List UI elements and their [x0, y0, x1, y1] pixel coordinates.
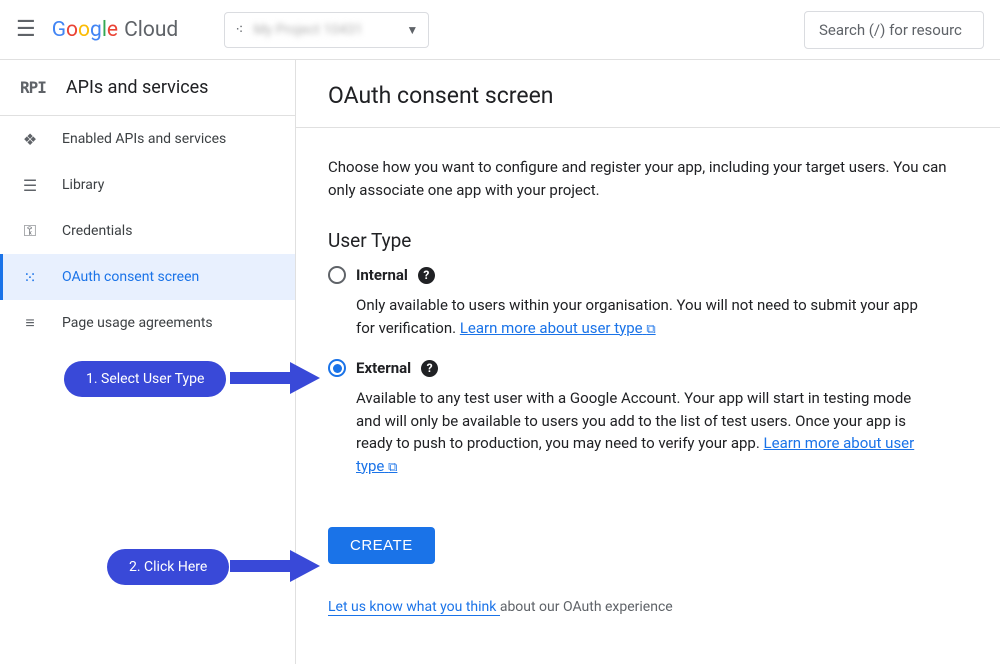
sidebar-item-label: Credentials	[62, 223, 132, 239]
user-type-heading: User Type	[328, 229, 968, 252]
sidebar-item-enabled-apis[interactable]: ❖ Enabled APIs and services	[0, 116, 295, 162]
feedback-link[interactable]: Let us know what you think	[328, 599, 500, 616]
sidebar-item-oauth-consent[interactable]: ⁙ OAuth consent screen	[0, 254, 295, 300]
chevron-down-icon: ▼	[406, 23, 418, 37]
learn-more-internal-link[interactable]: Learn more about user type ⧉	[460, 319, 656, 337]
divider	[296, 127, 1000, 128]
external-link-icon: ⧉	[388, 460, 397, 475]
annotation-arrow-1	[225, 358, 320, 398]
project-dots-icon: ⁖	[235, 22, 243, 38]
search-input[interactable]: Search (/) for resourc	[804, 11, 984, 49]
external-link-icon: ⧉	[646, 322, 655, 337]
help-icon[interactable]: ?	[421, 360, 438, 377]
sidebar-item-library[interactable]: ☰ Library	[0, 162, 295, 208]
sidebar-item-page-usage[interactable]: ≡ Page usage agreements	[0, 300, 295, 346]
sidebar-item-label: Page usage agreements	[62, 315, 213, 331]
sidebar-header: RPI APIs and services	[0, 60, 295, 116]
annotation-arrow-2	[225, 546, 320, 586]
sidebar-item-label: Enabled APIs and services	[62, 131, 226, 147]
help-icon[interactable]: ?	[418, 267, 435, 284]
library-icon: ☰	[20, 176, 40, 195]
page-title: OAuth consent screen	[328, 82, 968, 109]
sidebar-title: APIs and services	[66, 77, 209, 98]
sidebar-item-label: Library	[62, 177, 104, 193]
sidebar-item-credentials[interactable]: ⚿ Credentials	[0, 208, 295, 254]
annotation-step-2: 2. Click Here	[107, 549, 229, 585]
feedback-text: Let us know what you think about our OAu…	[328, 599, 968, 615]
radio-internal[interactable]	[328, 266, 346, 284]
consent-icon: ⁙	[20, 268, 40, 287]
radio-internal-label: Internal	[356, 266, 408, 284]
create-button[interactable]: CREATE	[328, 527, 435, 564]
search-placeholder: Search (/) for resourc	[819, 21, 962, 39]
page-description: Choose how you want to configure and reg…	[328, 156, 948, 201]
agreements-icon: ≡	[20, 313, 40, 333]
radio-external[interactable]	[328, 359, 346, 377]
annotation-step-1: 1. Select User Type	[64, 361, 226, 397]
internal-description: Only available to users within your orga…	[356, 294, 936, 339]
sidebar-item-label: OAuth consent screen	[62, 269, 199, 285]
key-icon: ⚿	[20, 221, 40, 241]
api-badge-icon: RPI	[20, 78, 46, 97]
radio-external-label: External	[356, 359, 411, 377]
cloud-text: Cloud	[124, 18, 178, 42]
google-wordmark: Google	[52, 18, 118, 42]
project-selector[interactable]: ⁖ My Project 10431 ▼	[224, 12, 429, 48]
google-cloud-logo: Google Cloud	[52, 18, 179, 42]
hamburger-menu-icon[interactable]: ☰	[16, 17, 36, 42]
project-name: My Project 10431	[253, 22, 396, 38]
external-description: Available to any test user with a Google…	[356, 387, 936, 477]
diamond-icon: ❖	[20, 130, 40, 149]
